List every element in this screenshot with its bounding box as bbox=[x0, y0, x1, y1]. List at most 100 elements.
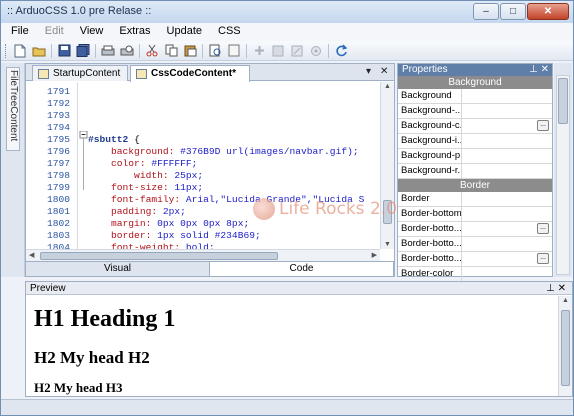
property-row[interactable]: Border-bottom bbox=[398, 207, 552, 222]
property-row[interactable]: Border-color bbox=[398, 267, 552, 282]
paste-icon[interactable] bbox=[182, 43, 198, 59]
property-category[interactable]: Border bbox=[398, 179, 552, 192]
property-row[interactable]: Border-botto...... bbox=[398, 252, 552, 267]
property-value-field[interactable]: ... bbox=[462, 222, 552, 236]
scroll-thumb[interactable] bbox=[558, 78, 568, 124]
property-value-field[interactable] bbox=[462, 192, 552, 206]
code-line[interactable]: 1794 bbox=[26, 122, 380, 134]
copy-icon[interactable] bbox=[163, 43, 179, 59]
property-row[interactable]: Background-i... bbox=[398, 134, 552, 149]
ellipsis-button[interactable]: ... bbox=[537, 253, 549, 264]
edit-icon[interactable] bbox=[289, 43, 305, 59]
property-row[interactable]: Background-r... bbox=[398, 164, 552, 179]
properties-title: Properties bbox=[402, 64, 448, 75]
preview-vertical-scrollbar[interactable]: ▲ bbox=[558, 296, 572, 396]
toolbar-separator bbox=[246, 43, 247, 58]
property-row[interactable]: Background bbox=[398, 89, 552, 104]
property-row[interactable]: Background-p... bbox=[398, 149, 552, 164]
code-line[interactable]: 1800 font-family: Arial,"Lucida Grande",… bbox=[26, 194, 380, 206]
menu-view[interactable]: View bbox=[72, 23, 112, 41]
code-line[interactable]: 1796 background: #376B9D url(images/navb… bbox=[26, 146, 380, 158]
cut-icon[interactable] bbox=[144, 43, 160, 59]
property-row[interactable]: Background-c...... bbox=[398, 119, 552, 134]
refresh-icon[interactable] bbox=[333, 43, 349, 59]
maximize-button[interactable]: □ bbox=[500, 3, 526, 20]
property-row[interactable]: Border-botto...... bbox=[398, 222, 552, 237]
block-icon[interactable] bbox=[270, 43, 286, 59]
tab-code[interactable]: Code bbox=[210, 262, 394, 276]
property-value-field[interactable] bbox=[462, 134, 552, 148]
tab-list-dropdown-icon[interactable]: ▾ bbox=[366, 66, 371, 77]
property-value-field[interactable] bbox=[462, 149, 552, 163]
property-category[interactable]: Background bbox=[398, 76, 552, 89]
property-value-field[interactable]: ... bbox=[462, 252, 552, 266]
property-row[interactable]: Background-... bbox=[398, 104, 552, 119]
pin-icon[interactable]: ⊥ bbox=[529, 64, 538, 75]
code-line[interactable]: 1803 border: 1px solid #234B69; bbox=[26, 230, 380, 242]
properties-vertical-scrollbar[interactable] bbox=[556, 75, 570, 275]
settings-icon[interactable] bbox=[308, 43, 324, 59]
code-token: font-family: bbox=[88, 194, 186, 205]
property-row[interactable]: Border-botto... bbox=[398, 237, 552, 252]
code-line[interactable]: 1792 bbox=[26, 98, 380, 110]
code-token: 1px solid #234B69; bbox=[157, 230, 261, 241]
menu-css[interactable]: CSS bbox=[210, 23, 249, 41]
file-tree-tab[interactable]: FileTreeContent bbox=[6, 67, 20, 151]
code-line[interactable]: 1804 font-weight: bold; bbox=[26, 242, 380, 249]
ellipsis-button[interactable]: ... bbox=[537, 223, 549, 234]
tab-css-code-content[interactable]: CssCodeContent* bbox=[130, 65, 250, 82]
property-value-field[interactable] bbox=[462, 104, 552, 118]
menu-edit[interactable]: Edit bbox=[37, 23, 72, 41]
scroll-down-icon[interactable]: ▼ bbox=[384, 241, 391, 248]
scroll-right-icon[interactable]: ▶ bbox=[372, 251, 377, 259]
property-value-field[interactable]: ... bbox=[462, 119, 552, 133]
print-icon[interactable] bbox=[100, 43, 116, 59]
scroll-thumb[interactable] bbox=[383, 200, 392, 224]
minimize-button[interactable]: – bbox=[473, 3, 499, 20]
close-icon[interactable]: ✕ bbox=[541, 64, 549, 75]
code-line[interactable]: 1802 margin: 0px 0px 0px 8px; bbox=[26, 218, 380, 230]
property-value-field[interactable] bbox=[462, 237, 552, 251]
tab-startup-content[interactable]: StartupContent bbox=[32, 65, 128, 81]
scroll-thumb[interactable] bbox=[40, 252, 278, 260]
code-line[interactable]: 1795 #sbutt2 { bbox=[26, 134, 380, 146]
code-line[interactable]: 1801 padding: 2px; bbox=[26, 206, 380, 218]
add-icon[interactable] bbox=[251, 43, 267, 59]
code-line[interactable]: 1793 bbox=[26, 110, 380, 122]
open-folder-icon[interactable] bbox=[31, 43, 47, 59]
code-line[interactable]: 1797 color: #FFFFFF; bbox=[26, 158, 380, 170]
save-all-icon[interactable] bbox=[75, 43, 91, 59]
code-line[interactable]: 1791 bbox=[26, 86, 380, 98]
code-token: #376B9D url(images/navbar.gif); bbox=[180, 146, 359, 157]
scroll-up-icon[interactable]: ▲ bbox=[384, 83, 391, 90]
new-file-icon[interactable] bbox=[12, 43, 28, 59]
scroll-up-icon[interactable]: ▲ bbox=[562, 297, 569, 304]
print-preview-icon[interactable] bbox=[119, 43, 135, 59]
close-tab-icon[interactable]: ✕ bbox=[380, 66, 388, 77]
pin-icon[interactable]: ⊥ bbox=[546, 283, 555, 294]
toolbar-grip[interactable] bbox=[5, 43, 8, 58]
property-row[interactable]: Border bbox=[398, 192, 552, 207]
close-window-button[interactable]: ✕ bbox=[527, 3, 569, 20]
menu-extras[interactable]: Extras bbox=[111, 23, 158, 41]
code-editor[interactable]: 1791 1792 1793 1794 1795 #sbutt2 {1796 backgr… bbox=[26, 82, 380, 249]
code-line[interactable]: 1798 width: 25px; bbox=[26, 170, 380, 182]
scroll-thumb[interactable] bbox=[561, 310, 570, 386]
menu-update[interactable]: Update bbox=[159, 23, 210, 41]
code-line[interactable]: 1799 font-size: 11px; bbox=[26, 182, 380, 194]
tab-visual[interactable]: Visual bbox=[26, 262, 210, 276]
save-icon[interactable] bbox=[56, 43, 72, 59]
code-horizontal-scrollbar[interactable]: ◀ ▶ bbox=[26, 249, 380, 261]
close-icon[interactable]: ✕ bbox=[558, 283, 566, 294]
preview-title: Preview bbox=[30, 283, 66, 294]
property-value-field[interactable] bbox=[462, 164, 552, 178]
menu-file[interactable]: File bbox=[3, 23, 37, 41]
property-value-field[interactable] bbox=[462, 89, 552, 103]
property-value-field[interactable] bbox=[462, 207, 552, 221]
page-icon[interactable] bbox=[226, 43, 242, 59]
scroll-left-icon[interactable]: ◀ bbox=[29, 251, 34, 259]
ellipsis-button[interactable]: ... bbox=[537, 120, 549, 131]
property-value-field[interactable] bbox=[462, 267, 552, 281]
code-vertical-scrollbar[interactable]: ▲ ▼ bbox=[380, 82, 394, 249]
find-icon[interactable] bbox=[207, 43, 223, 59]
